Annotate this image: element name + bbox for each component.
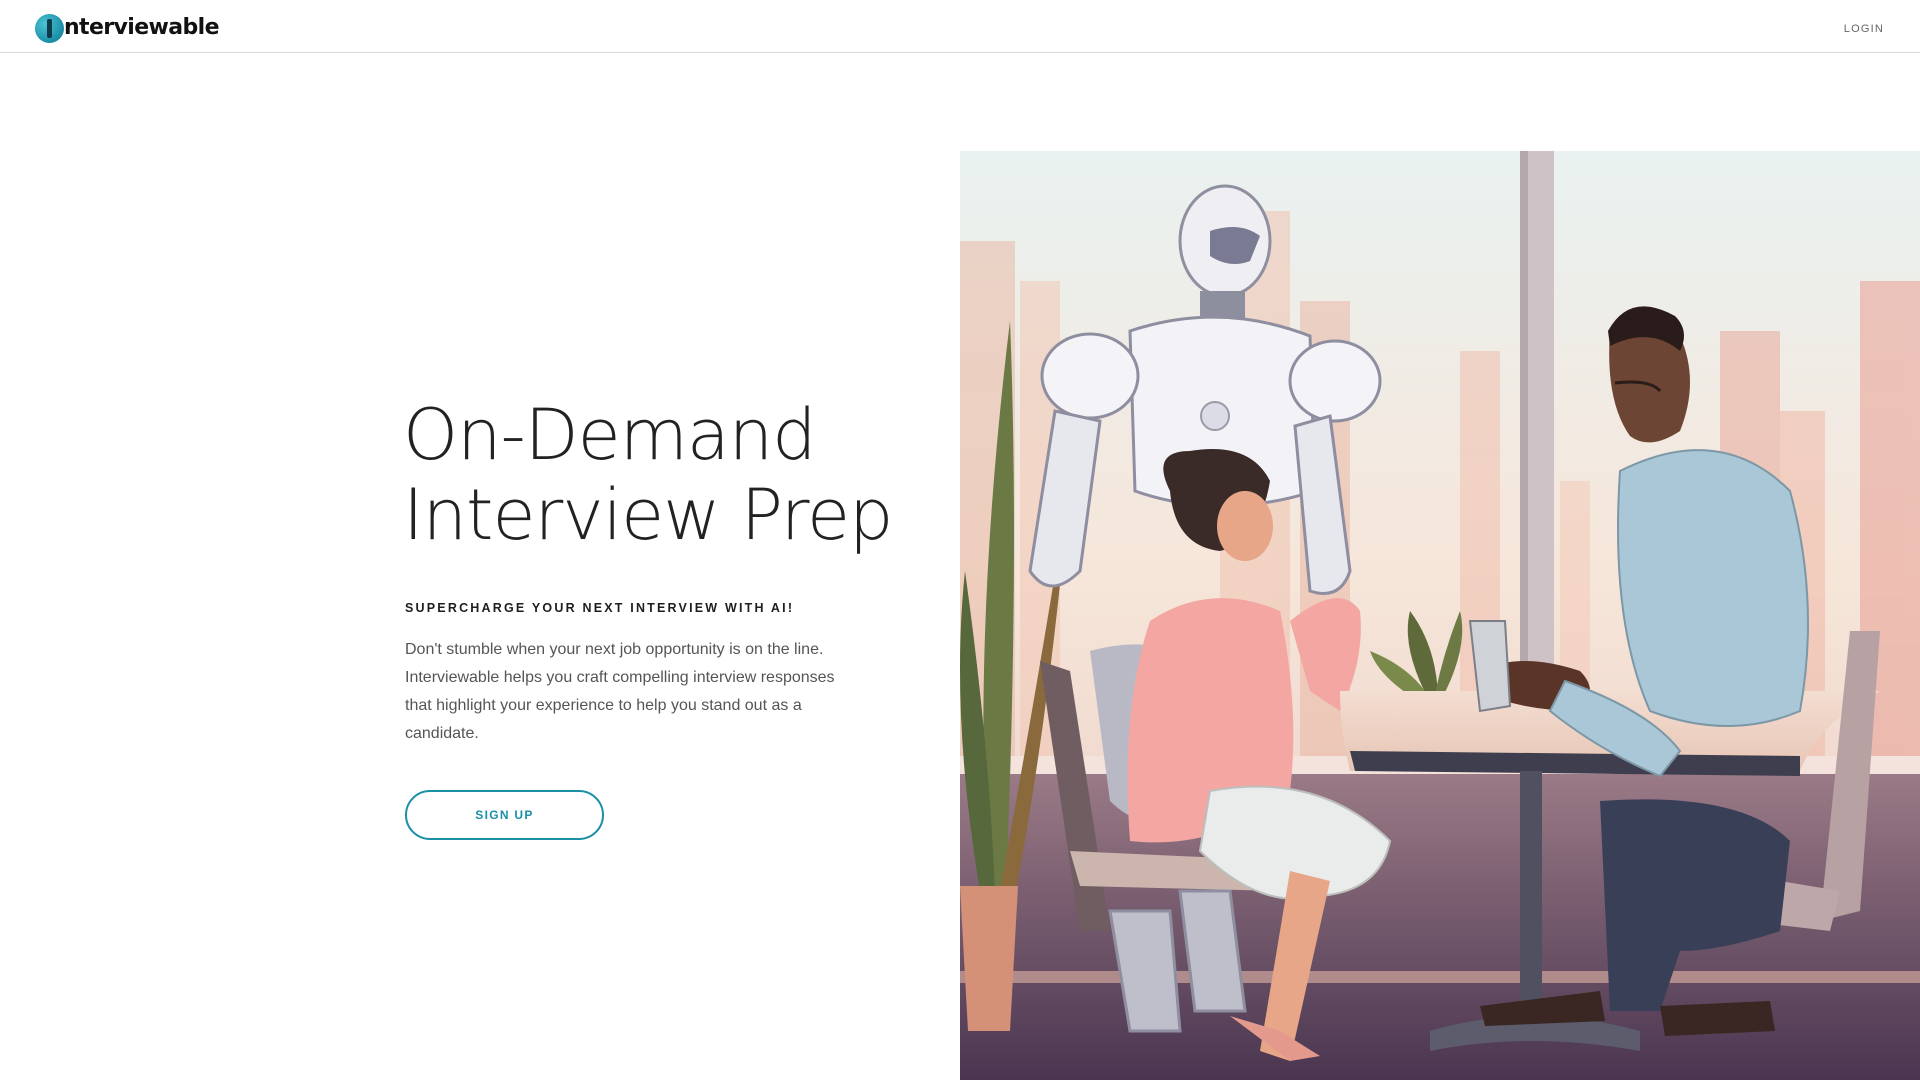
site-logo[interactable]: nterviewable <box>35 12 220 44</box>
hero-illustration <box>960 151 1920 1080</box>
hero-title: On-Demand Interview Prep <box>403 395 923 555</box>
interviewable-logo-icon <box>35 13 64 43</box>
hero-description: Don't stumble when your next job opportu… <box>405 641 835 742</box>
logo-text: nterviewable <box>64 15 220 40</box>
login-button[interactable]: LOGIN <box>1840 19 1888 39</box>
hero-title-line2: Interview Prep <box>403 474 893 556</box>
hero-title-line1: On-Demand <box>403 394 817 476</box>
hero-tagline: SUPERCHARGE YOUR NEXT INTERVIEW WITH AI! <box>405 601 795 615</box>
sign-up-button[interactable]: SIGN UP <box>405 790 604 840</box>
top-navigation-bar: nterviewable LOGIN <box>0 0 1920 53</box>
